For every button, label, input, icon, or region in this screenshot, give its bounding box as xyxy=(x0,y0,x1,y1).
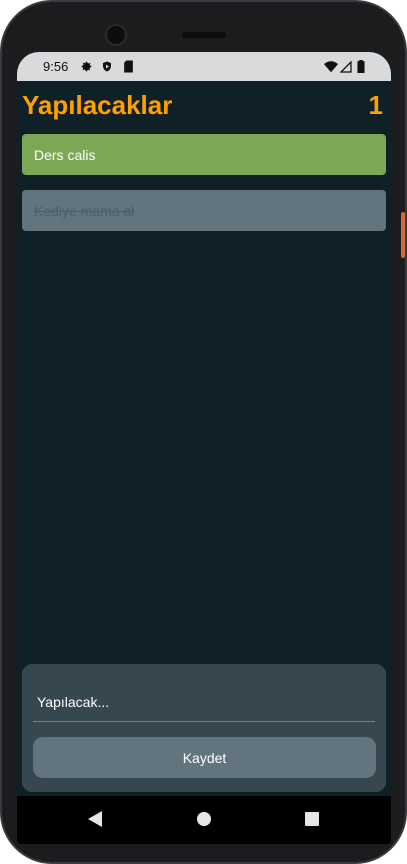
gear-icon xyxy=(80,60,93,78)
sd-card-icon xyxy=(123,60,134,78)
earpiece-speaker xyxy=(182,32,226,38)
status-bar: 9:56 xyxy=(17,52,391,81)
new-todo-input[interactable] xyxy=(33,682,375,722)
battery-icon xyxy=(357,60,365,78)
page-title: Yapılacaklar xyxy=(22,90,173,120)
todo-item-active[interactable]: Ders calis xyxy=(22,134,386,175)
signal-icon xyxy=(339,60,352,78)
new-todo-panel: Kaydet xyxy=(22,664,386,792)
back-icon[interactable] xyxy=(87,810,103,833)
navigation-bar xyxy=(17,796,391,844)
wifi-icon xyxy=(324,60,338,78)
phone-frame: 9:56 Yapılacaklar 1 Ders calis Kediye ma… xyxy=(0,0,407,864)
save-button[interactable]: Kaydet xyxy=(33,737,376,778)
screen: 9:56 Yapılacaklar 1 Ders calis Kediye ma… xyxy=(17,52,391,844)
power-button[interactable] xyxy=(401,212,405,258)
home-icon[interactable] xyxy=(196,810,212,833)
recents-icon[interactable] xyxy=(304,810,320,833)
todo-item-label: Ders calis xyxy=(34,146,96,163)
status-time: 9:56 xyxy=(43,59,69,74)
todo-count: 1 xyxy=(368,90,383,120)
shield-icon xyxy=(101,60,113,78)
todo-item-label: Kediye mama al xyxy=(34,202,135,219)
todo-item-done[interactable]: Kediye mama al xyxy=(22,190,386,231)
front-camera xyxy=(105,24,127,46)
